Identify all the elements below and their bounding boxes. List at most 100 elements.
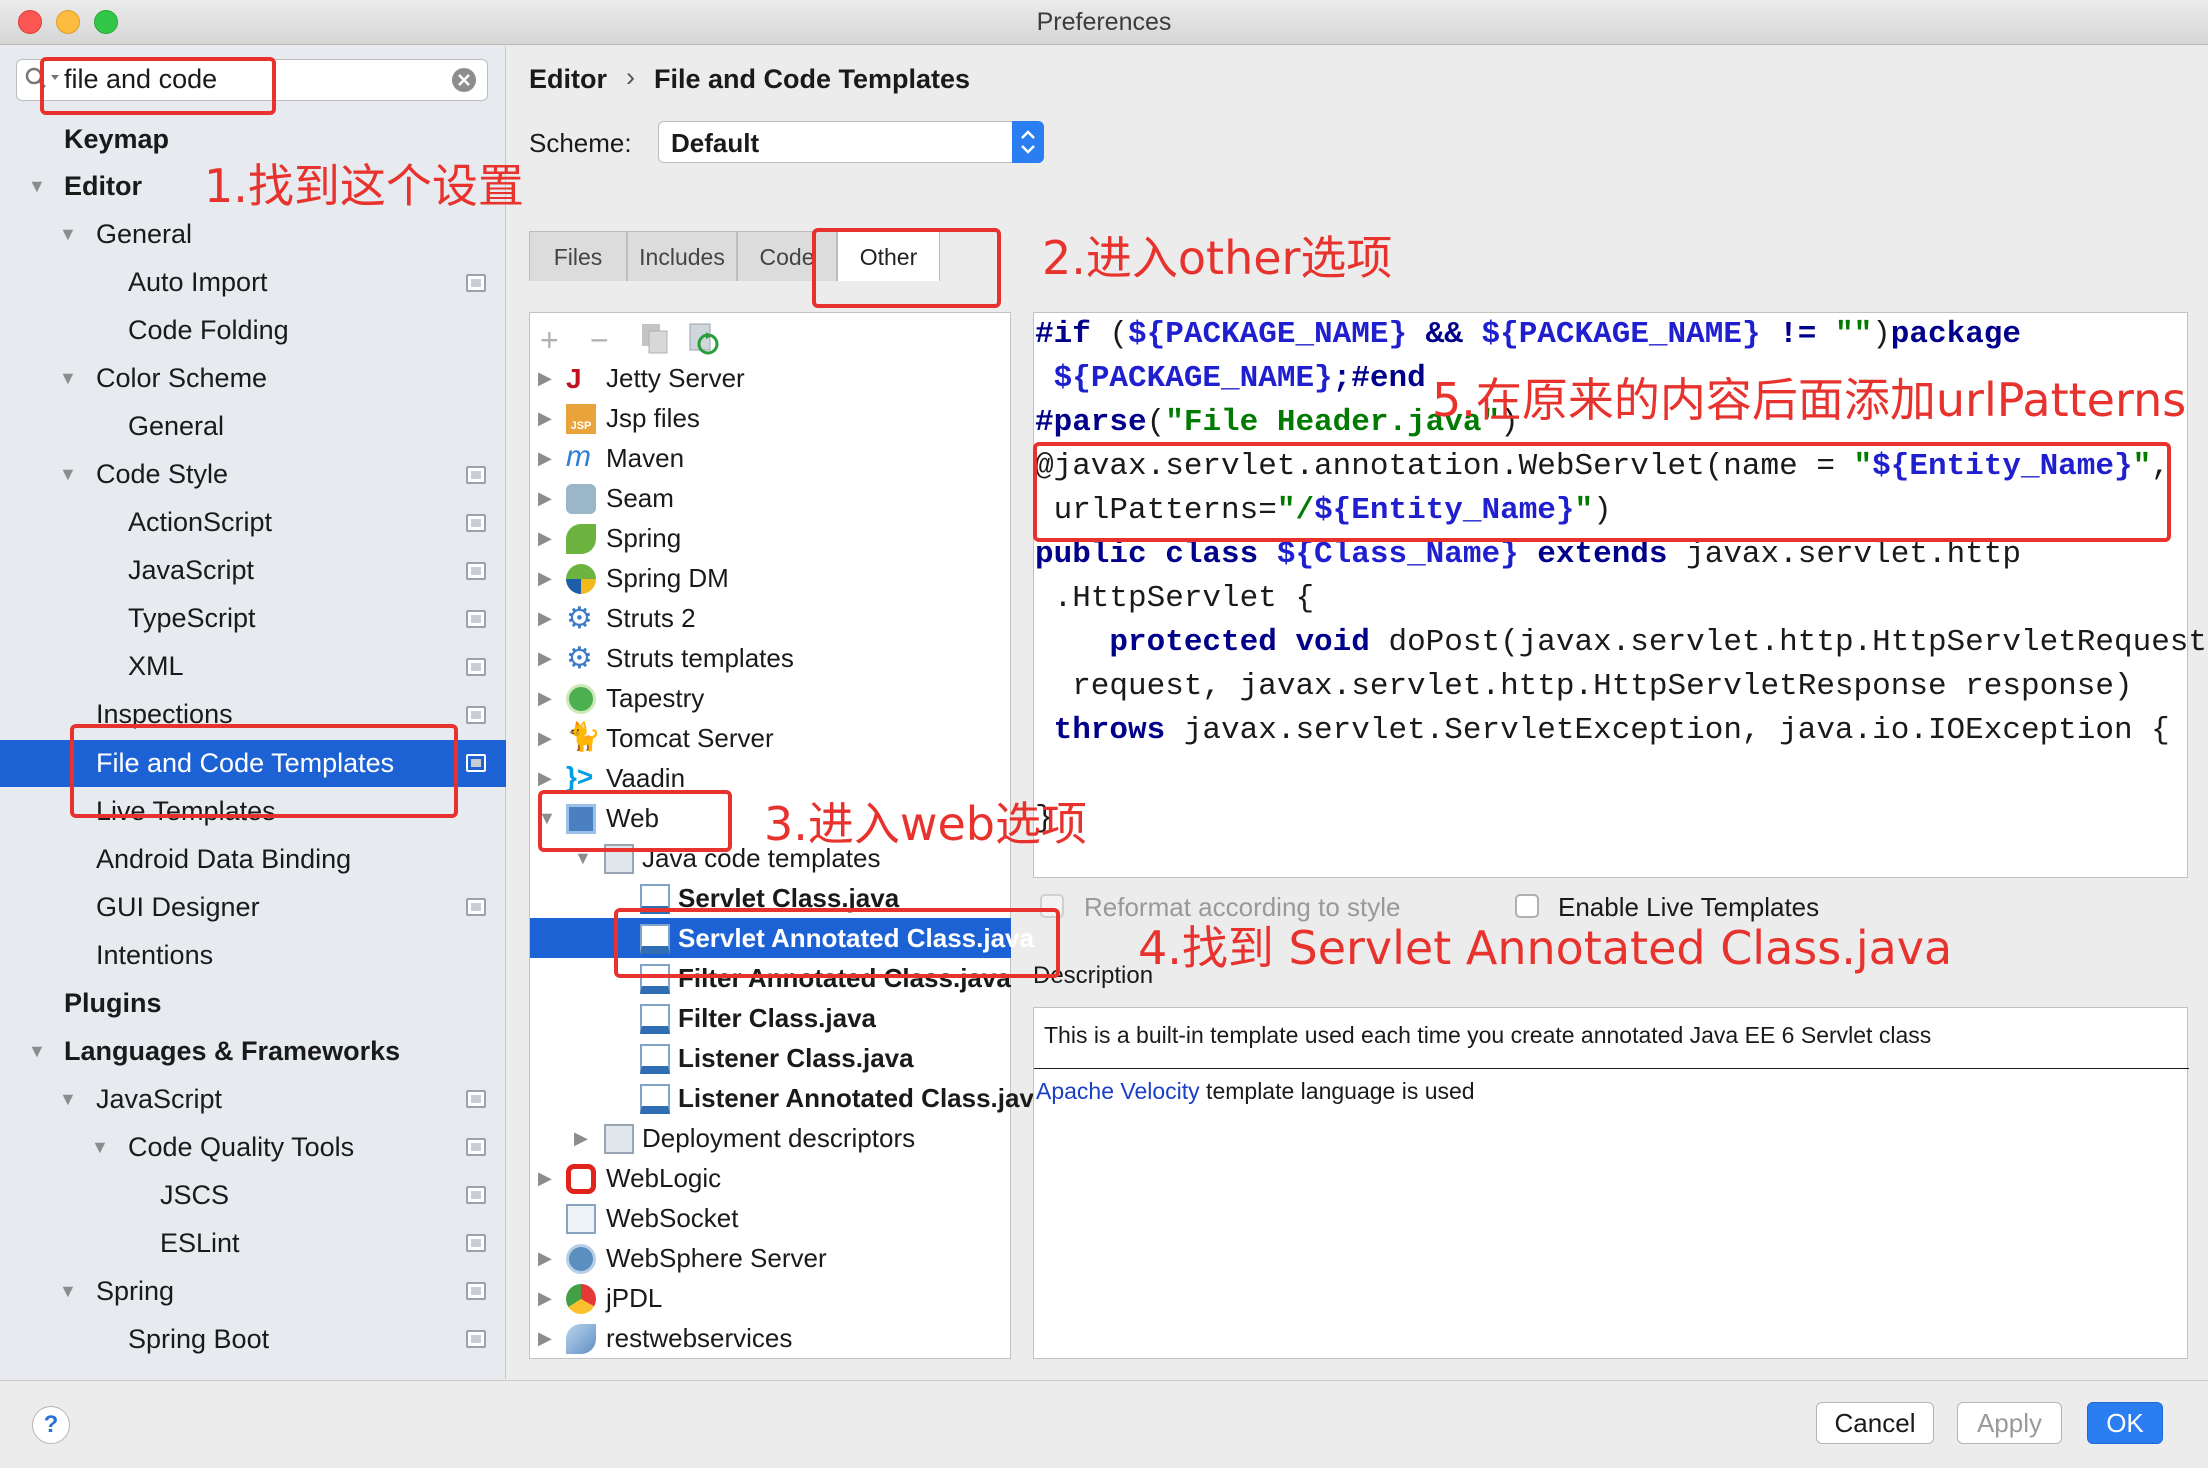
vaadin-icon: }>: [566, 761, 594, 792]
tree-item-deployment-descriptors[interactable]: Deployment descriptors: [642, 1118, 915, 1158]
title-bar: Preferences: [0, 0, 2208, 45]
expand-icon[interactable]: ▶: [538, 1238, 552, 1278]
expand-color-scheme-icon[interactable]: ▼: [59, 355, 77, 401]
websocket-icon: [566, 1204, 596, 1234]
tree-item-jetty-server[interactable]: Jetty Server: [606, 358, 745, 398]
breadcrumb-parent[interactable]: Editor: [529, 64, 607, 95]
sidebar-item-android-data-binding[interactable]: Android Data Binding: [96, 836, 351, 882]
expand-icon[interactable]: ▶: [538, 678, 552, 718]
sidebar-item-typescript[interactable]: TypeScript: [128, 595, 256, 641]
tree-item-spring-dm[interactable]: Spring DM: [606, 558, 729, 598]
sidebar-item-code-style[interactable]: Code Style: [96, 451, 228, 497]
expand-icon[interactable]: ▶: [538, 478, 552, 518]
remove-icon[interactable]: −: [590, 322, 609, 359]
expand-code-style-icon[interactable]: ▼: [59, 451, 77, 497]
sidebar-item-plugins[interactable]: Plugins: [64, 980, 162, 1026]
code-token: ${PACKAGE_NAME}: [1481, 317, 1761, 352]
expand-code-quality-icon[interactable]: ▼: [91, 1124, 109, 1170]
cancel-button[interactable]: Cancel: [1816, 1402, 1934, 1444]
chevron-updown-icon: [1012, 121, 1044, 163]
tree-item-spring[interactable]: Spring: [606, 518, 681, 558]
code-token: extends: [1518, 537, 1687, 572]
tree-item-struts-templates[interactable]: Struts templates: [606, 638, 794, 678]
expand-icon[interactable]: ▶: [538, 518, 552, 558]
scheme-select[interactable]: Default: [658, 121, 1044, 163]
expand-icon[interactable]: ▶: [538, 1278, 552, 1318]
project-settings-icon: [466, 514, 486, 532]
apache-velocity-link[interactable]: Apache Velocity: [1036, 1078, 1200, 1104]
tree-item-seam[interactable]: Seam: [606, 478, 674, 518]
copy-icon[interactable]: [640, 322, 670, 356]
tree-item-tomcat-server[interactable]: Tomcat Server: [606, 718, 774, 758]
spring-icon: [566, 524, 596, 554]
expand-editor-icon[interactable]: ▼: [28, 163, 46, 209]
sidebar-item-gui-designer[interactable]: GUI Designer: [96, 884, 260, 930]
description-footer: Apache Velocity template language is use…: [1036, 1078, 1475, 1105]
apply-button[interactable]: Apply: [1957, 1402, 2062, 1444]
sidebar-item-languages-frameworks[interactable]: Languages & Frameworks: [64, 1028, 400, 1074]
jsp-icon: JSP: [566, 404, 596, 434]
ok-button[interactable]: OK: [2087, 1402, 2163, 1444]
sidebar-item-spring-boot[interactable]: Spring Boot: [128, 1316, 269, 1362]
tree-item-listener-class[interactable]: Listener Class.java: [678, 1038, 914, 1078]
sidebar-item-auto-import[interactable]: Auto Import: [128, 259, 268, 305]
expand-icon[interactable]: ▶: [538, 358, 552, 398]
seam-icon: [566, 484, 596, 514]
help-button[interactable]: ?: [32, 1406, 70, 1444]
tree-item-listener-annotated-class[interactable]: Listener Annotated Class.java: [678, 1078, 1048, 1118]
sidebar-item-keymap[interactable]: Keymap: [64, 116, 169, 162]
annotation-step-2: 2.进入other选项: [1042, 231, 1393, 285]
tab-files[interactable]: Files: [529, 231, 627, 281]
sidebar-item-xml[interactable]: XML: [128, 643, 184, 689]
expand-icon[interactable]: ▶: [538, 718, 552, 758]
expand-icon[interactable]: ▶: [538, 1318, 552, 1358]
tree-item-maven[interactable]: Maven: [606, 438, 684, 478]
expand-icon[interactable]: ▶: [538, 558, 552, 598]
sidebar-item-code-folding[interactable]: Code Folding: [128, 307, 289, 353]
code-token: #if: [1035, 317, 1091, 352]
clear-search-icon[interactable]: [451, 67, 477, 93]
sidebar-item-color-general[interactable]: General: [128, 403, 224, 449]
expand-icon[interactable]: ▶: [538, 1158, 552, 1198]
tree-item-struts-2[interactable]: Struts 2: [606, 598, 696, 638]
sidebar-item-javascript-style[interactable]: JavaScript: [128, 547, 254, 593]
sidebar-item-editor[interactable]: Editor: [64, 163, 142, 209]
sidebar-item-actionscript[interactable]: ActionScript: [128, 499, 272, 545]
sidebar-item-code-quality-tools[interactable]: Code Quality Tools: [128, 1124, 354, 1170]
reset-icon[interactable]: [688, 322, 720, 356]
add-icon[interactable]: +: [540, 322, 559, 359]
tree-item-weblogic[interactable]: WebLogic: [606, 1158, 721, 1198]
annotation-step-5: 5.在原来的内容后面添加urlPatterns: [1432, 373, 2187, 427]
sidebar-item-spring[interactable]: Spring: [96, 1268, 174, 1314]
code-token: protected void: [1035, 625, 1389, 660]
breadcrumb-separator: ›: [626, 62, 635, 92]
expand-javascript-icon[interactable]: ▼: [59, 1076, 77, 1122]
restwebservices-icon: [566, 1324, 596, 1354]
sidebar-item-intentions[interactable]: Intentions: [96, 932, 213, 978]
expand-icon[interactable]: ▶: [538, 638, 552, 678]
tree-item-restwebservices[interactable]: restwebservices: [606, 1318, 792, 1358]
maven-icon: m: [566, 440, 591, 473]
sidebar-item-jscs[interactable]: JSCS: [160, 1172, 229, 1218]
tree-item-tapestry[interactable]: Tapestry: [606, 678, 704, 718]
project-settings-icon: [466, 1330, 486, 1348]
tree-item-jpdl[interactable]: jPDL: [606, 1278, 662, 1318]
expand-icon[interactable]: ▶: [574, 1118, 588, 1158]
sidebar-item-general[interactable]: General: [96, 211, 192, 257]
tree-item-websphere-server[interactable]: WebSphere Server: [606, 1238, 827, 1278]
sidebar-item-eslint[interactable]: ESLint: [160, 1220, 240, 1266]
tree-item-filter-class[interactable]: Filter Class.java: [678, 998, 876, 1038]
tab-includes[interactable]: Includes: [627, 231, 737, 281]
expand-general-icon[interactable]: ▼: [59, 211, 77, 257]
code-token: doPost(javax.servlet.http.HttpServletReq…: [1388, 625, 2208, 660]
sidebar-item-javascript[interactable]: JavaScript: [96, 1076, 222, 1122]
expand-icon[interactable]: ▶: [538, 398, 552, 438]
tree-item-websocket[interactable]: WebSocket: [606, 1198, 738, 1238]
tree-item-jsp-files[interactable]: Jsp files: [606, 398, 700, 438]
sidebar-item-color-scheme[interactable]: Color Scheme: [96, 355, 267, 401]
expand-spring-icon[interactable]: ▼: [59, 1268, 77, 1314]
expand-icon[interactable]: ▶: [538, 598, 552, 638]
expand-languages-icon[interactable]: ▼: [28, 1028, 46, 1074]
expand-icon[interactable]: ▶: [538, 438, 552, 478]
